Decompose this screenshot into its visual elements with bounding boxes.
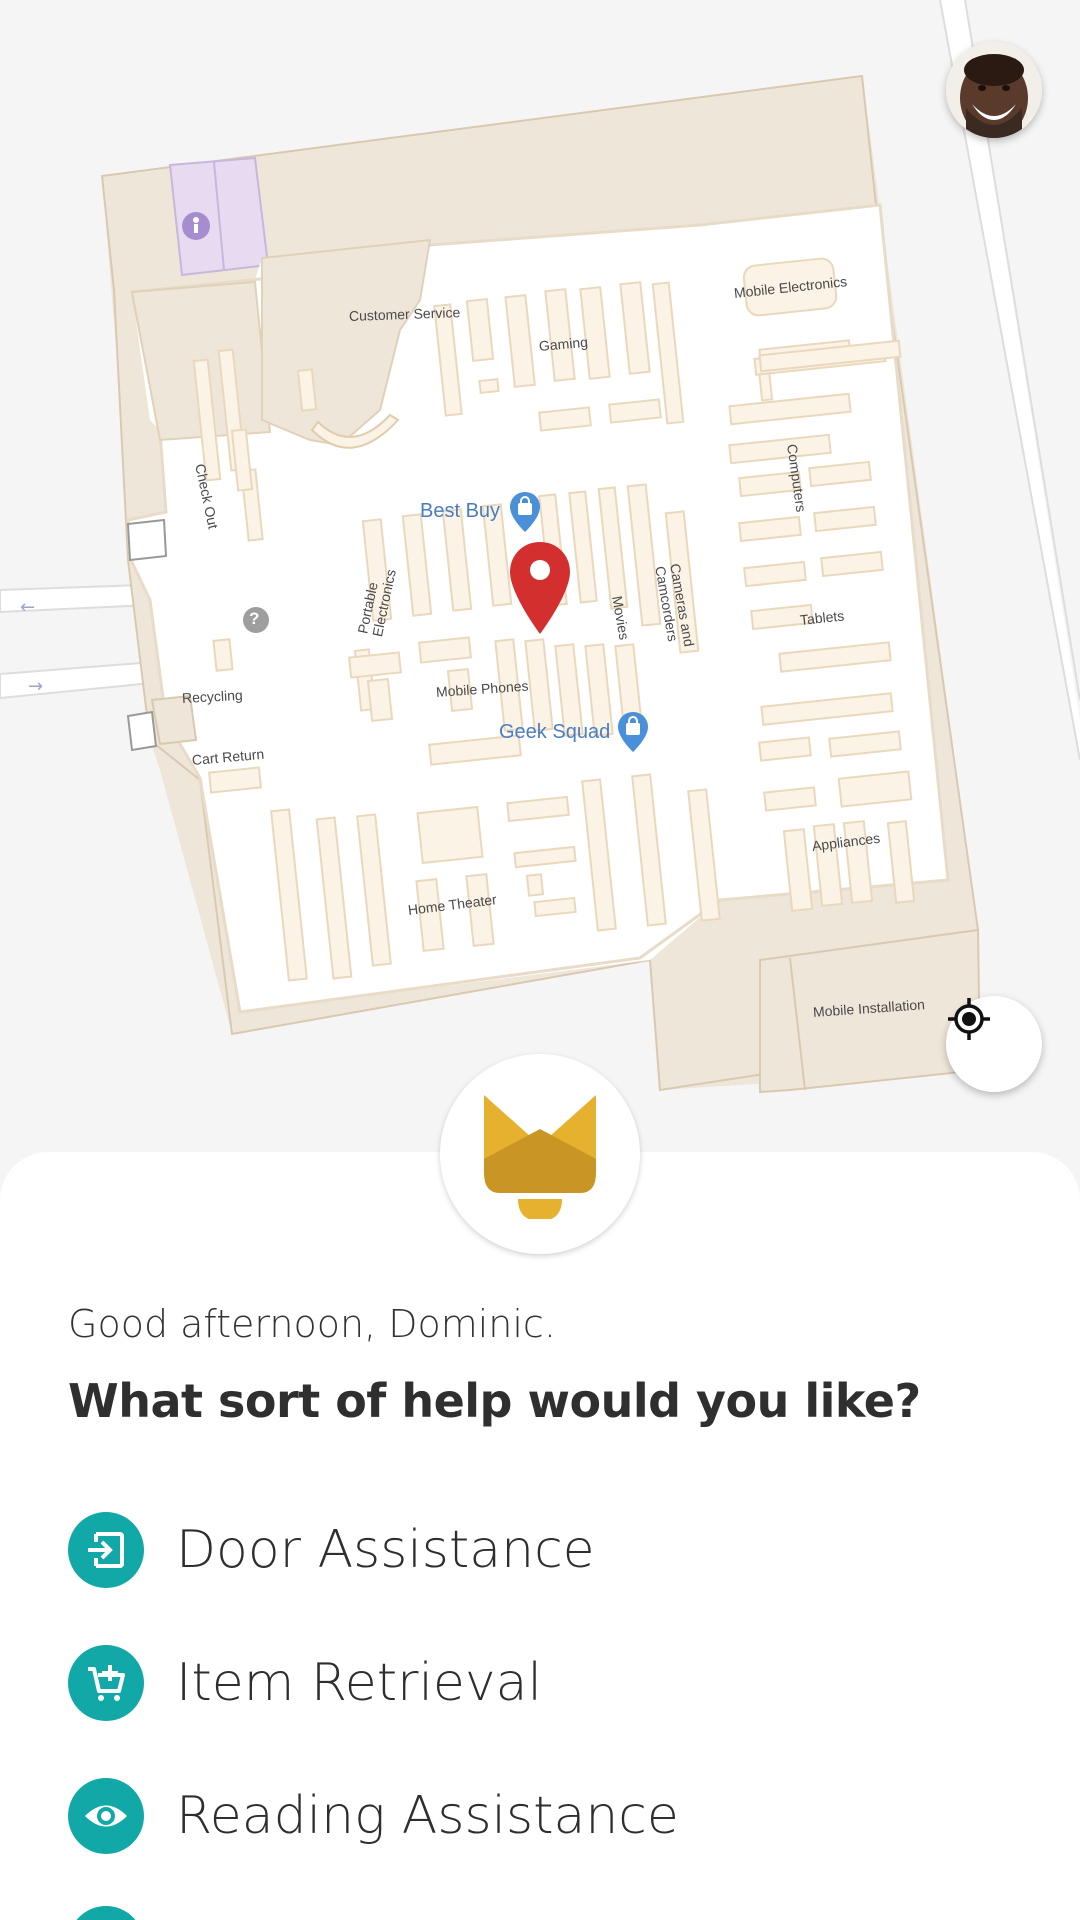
bell-logo-icon <box>484 1095 596 1219</box>
svg-text:←: ← <box>20 597 35 618</box>
location-pin-icon[interactable] <box>508 540 572 636</box>
avatar-image <box>946 42 1042 138</box>
option-label: Reading Assistance <box>176 1786 679 1846</box>
poi-label-geek-squad[interactable]: Geek Squad <box>499 721 610 744</box>
bell-button[interactable] <box>440 1054 640 1254</box>
shopping-bag-pin-icon[interactable] <box>616 710 650 754</box>
option-label: Item Retrieval <box>176 1653 542 1713</box>
svg-text:→: → <box>28 676 43 697</box>
help-marker-icon[interactable]: ? <box>249 609 259 629</box>
help-question-heading: What sort of help would you like? <box>68 1374 921 1428</box>
screen: ← → ? Customer Service Gaming Mobile Ele… <box>0 0 1080 1920</box>
greeting-text: Good afternoon, Dominic. <box>68 1302 556 1346</box>
my-location-button[interactable] <box>946 996 1042 1092</box>
option-door-assistance[interactable]: Door Assistance <box>68 1512 595 1588</box>
store-map[interactable]: ← → ? Customer Service Gaming Mobile Ele… <box>0 0 1080 1160</box>
option-item-retrieval[interactable]: Item Retrieval <box>68 1645 542 1721</box>
cart-add-icon <box>68 1645 144 1721</box>
option-label: Door Assistance <box>176 1520 595 1580</box>
shopping-bag-pin-icon[interactable] <box>508 490 542 534</box>
user-avatar[interactable] <box>946 42 1042 138</box>
poi-label-best-buy[interactable]: Best Buy <box>420 500 500 523</box>
map-label-recycling: Recycling <box>181 686 244 706</box>
eye-icon <box>68 1778 144 1854</box>
option-reading-assistance[interactable]: Reading Assistance <box>68 1778 679 1854</box>
door-enter-icon <box>68 1512 144 1588</box>
crosshair-icon <box>948 998 990 1040</box>
